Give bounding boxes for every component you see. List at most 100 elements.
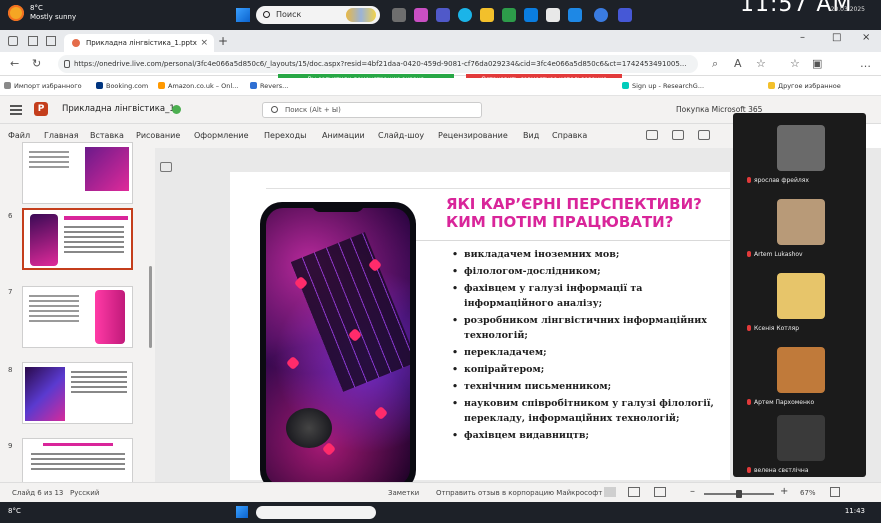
slide-thumbnail[interactable] bbox=[22, 362, 133, 424]
windows-start-icon[interactable] bbox=[236, 8, 250, 22]
bookmark-amazon[interactable]: Amazon.co.uk – Onl... bbox=[158, 82, 238, 90]
close-window-icon[interactable]: × bbox=[862, 32, 870, 43]
tab-review[interactable]: Рецензирование bbox=[438, 131, 508, 140]
tab-actions-icon[interactable] bbox=[46, 36, 56, 46]
minimize-icon[interactable]: – bbox=[800, 32, 805, 43]
app-icon[interactable] bbox=[502, 8, 516, 22]
slide-thumbnails-pane: 6 7 8 9 bbox=[0, 142, 155, 484]
slideshow-icon[interactable] bbox=[654, 487, 666, 497]
refresh-icon[interactable]: ↻ bbox=[32, 57, 41, 70]
tab-presentation[interactable]: Прикладна лінгвістика_1.pptx × bbox=[64, 34, 214, 52]
zoom-icon[interactable]: ⌕ bbox=[712, 57, 718, 71]
document-title[interactable]: Прикладна лінгвістика_1 bbox=[62, 104, 175, 114]
read-aloud-icon[interactable]: A bbox=[734, 57, 742, 70]
windows-start-icon[interactable] bbox=[236, 506, 248, 518]
catch-up-icon[interactable] bbox=[672, 130, 684, 140]
slide-number: 6 bbox=[8, 212, 13, 220]
tab-insert[interactable]: Вставка bbox=[90, 131, 124, 140]
new-tab-icon[interactable]: + bbox=[218, 34, 228, 48]
tab-draw[interactable]: Рисование bbox=[136, 131, 180, 140]
app2-icon[interactable] bbox=[546, 8, 560, 22]
tab-animations[interactable]: Анимации bbox=[322, 131, 365, 140]
feedback-link[interactable]: Отправить отзыв в корпорацию Майкрософт bbox=[436, 489, 602, 497]
thumbnail-scrollbar[interactable] bbox=[149, 266, 152, 348]
outlook-icon[interactable] bbox=[568, 8, 582, 22]
slide-thumbnail[interactable] bbox=[22, 142, 133, 204]
slide-thumbnail-selected[interactable] bbox=[22, 208, 133, 270]
mic-muted-icon bbox=[747, 467, 751, 473]
import-icon bbox=[4, 82, 11, 89]
bookmark-booking[interactable]: Booking.com bbox=[96, 82, 148, 90]
windows-taskbar-bottom: 8°C 11:43 bbox=[0, 502, 881, 523]
bookmark-import[interactable]: Импорт избранного bbox=[4, 82, 82, 90]
comments-icon[interactable] bbox=[646, 130, 658, 140]
bookmark-other[interactable]: Другое избранное bbox=[768, 82, 841, 90]
bookmark-researchgate[interactable]: Sign up - ResearchG... bbox=[622, 82, 704, 90]
tab-slideshow[interactable]: Слайд-шоу bbox=[378, 131, 424, 140]
edge-icon[interactable] bbox=[458, 8, 472, 22]
participant-tile[interactable]: ярослав фрейлях bbox=[741, 123, 859, 193]
zoom-knob[interactable] bbox=[736, 490, 742, 498]
taskbar-search[interactable]: Поиск bbox=[256, 6, 380, 24]
bookmark-reverso[interactable]: Revers... bbox=[250, 82, 288, 90]
address-bar[interactable]: https://onedrive.live.com/personal/3fc4e… bbox=[58, 55, 698, 73]
workspaces-icon[interactable] bbox=[28, 36, 38, 46]
weather-widget[interactable]: 8°C Mostly sunny bbox=[8, 4, 76, 22]
slide-thumbnail[interactable] bbox=[22, 286, 133, 348]
bullet-item: науковим співробітником у галузі філолог… bbox=[452, 396, 730, 426]
booking-icon bbox=[96, 82, 103, 89]
more-icon[interactable]: … bbox=[860, 57, 871, 70]
tab-design[interactable]: Оформление bbox=[194, 131, 249, 140]
participant-tile[interactable]: велена свєтлічна bbox=[741, 413, 859, 483]
search-icon bbox=[263, 11, 270, 18]
participant-tile[interactable]: Artem Lukashov bbox=[741, 197, 859, 267]
slide-canvas[interactable]: ЯКІ КАР’ЄРНІ ПЕРСПЕКТИВИ? КИМ ПОТІМ ПРАЦ… bbox=[230, 172, 730, 492]
participant-tile[interactable]: Ксенія Котляр bbox=[741, 271, 859, 341]
ppt-search-input[interactable]: Поиск (Alt + Ы) bbox=[262, 102, 482, 118]
language-indicator[interactable]: Русский bbox=[70, 489, 99, 497]
tab-file[interactable]: Файл bbox=[8, 131, 30, 140]
windows-taskbar-top: 8°C Mostly sunny Поиск 11:57 AM 20.03.20… bbox=[0, 0, 881, 30]
close-tab-icon[interactable]: × bbox=[200, 34, 208, 52]
amazon-icon bbox=[158, 82, 165, 89]
zoom-out-icon[interactable]: – bbox=[690, 486, 695, 497]
zoom-slider[interactable] bbox=[704, 490, 774, 498]
slide-sorter-icon[interactable] bbox=[628, 487, 640, 497]
profile-icon[interactable] bbox=[8, 36, 18, 46]
bookmarks-bar: Импорт избранного Booking.com Amazon.co.… bbox=[0, 78, 881, 96]
avatar bbox=[777, 347, 825, 393]
tab-transitions[interactable]: Переходы bbox=[264, 131, 306, 140]
app3-icon[interactable] bbox=[594, 8, 608, 22]
maximize-icon[interactable]: □ bbox=[832, 32, 841, 43]
browser-tab-strip: Прикладна лінгвістика_1.pptx × + – □ × bbox=[0, 30, 881, 52]
address-row: ← ↻ https://onedrive.live.com/personal/3… bbox=[0, 52, 881, 76]
explorer-icon[interactable] bbox=[480, 8, 494, 22]
store-icon[interactable] bbox=[524, 8, 538, 22]
tab-help[interactable]: Справка bbox=[552, 131, 587, 140]
collections-icon[interactable]: ▣ bbox=[812, 57, 822, 70]
widgets-icon[interactable] bbox=[414, 8, 428, 22]
task-view-icon[interactable] bbox=[392, 8, 406, 22]
avatar bbox=[777, 273, 825, 319]
panel-toggle-icon[interactable] bbox=[160, 162, 172, 172]
back-icon[interactable]: ← bbox=[10, 57, 19, 70]
participant-tile[interactable]: Артем Пархоменко bbox=[741, 345, 859, 415]
taskbar-search[interactable] bbox=[256, 506, 376, 519]
app-launcher-icon[interactable] bbox=[10, 103, 22, 115]
thumbnail-title bbox=[43, 443, 113, 446]
normal-view-icon[interactable] bbox=[604, 487, 616, 497]
notes-button[interactable]: Заметки bbox=[388, 489, 419, 497]
zoom-in-icon[interactable]: + bbox=[780, 486, 788, 497]
mic-muted-icon bbox=[747, 325, 751, 331]
title-divider bbox=[416, 240, 730, 241]
slide-counter: Слайд 6 из 13 bbox=[12, 489, 64, 497]
tab-view[interactable]: Вид bbox=[523, 131, 539, 140]
fit-slide-icon[interactable] bbox=[830, 487, 840, 497]
teams-icon[interactable] bbox=[436, 8, 450, 22]
present-icon[interactable] bbox=[698, 130, 710, 140]
zoom-level[interactable]: 67% bbox=[800, 489, 816, 497]
slide-thumbnail[interactable] bbox=[22, 438, 133, 484]
app4-icon[interactable] bbox=[618, 8, 632, 22]
favorite-star-icon[interactable]: ☆ bbox=[756, 57, 766, 70]
favorites-icon[interactable]: ☆ bbox=[790, 57, 800, 70]
